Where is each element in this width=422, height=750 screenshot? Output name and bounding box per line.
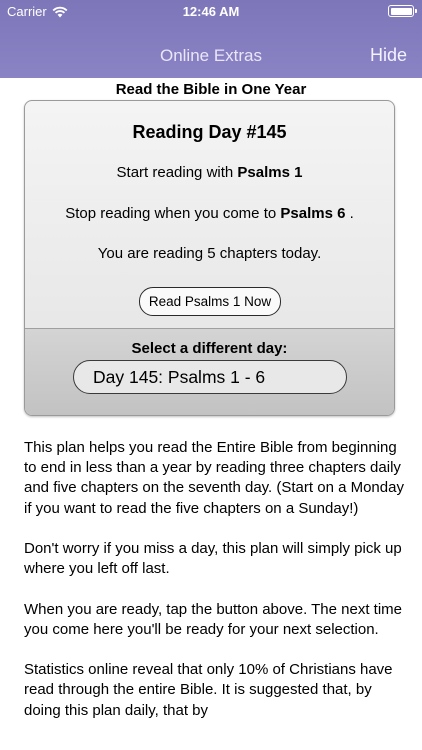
paragraph: Statistics online reveal that only 10% o… [24, 661, 393, 719]
paragraph: Don't worry if you miss a day, this plan… [24, 540, 402, 578]
select-day-label: Select a different day: [131, 340, 288, 357]
read-now-button[interactable]: Read Psalms 1 Now [139, 287, 281, 316]
stop-reading-suffix: . [345, 205, 354, 222]
start-reading-line: Start reading with Psalms 1 [25, 164, 394, 181]
stop-book: Psalms 6 [280, 205, 346, 222]
stop-reading-line: Stop reading when you come to Psalms 6 . [25, 205, 394, 222]
plan-description: This plan helps you read the Entire Bibl… [24, 438, 404, 741]
hide-button[interactable]: Hide [370, 45, 407, 66]
status-time: 12:46 AM [182, 4, 240, 19]
reading-info-panel: Reading Day #145 Start reading with Psal… [25, 101, 394, 328]
status-bar: Carrier 12:46 AM [0, 0, 422, 24]
start-reading-text: Start reading with [116, 164, 238, 181]
start-book: Psalms 1 [237, 164, 303, 181]
battery-icon [388, 5, 417, 17]
day-selector-panel: Select a different day: Day 145: Psalms … [25, 328, 394, 415]
navigation-bar: Carrier 12:46 AM Online Extras Hide [0, 0, 422, 78]
day-picker[interactable]: Day 145: Psalms 1 - 6 [73, 360, 347, 394]
chapters-count-text: You are reading 5 chapters today. [97, 245, 322, 262]
reading-card: Reading Day #145 Start reading with Psal… [24, 100, 395, 416]
paragraph: This plan helps you read the Entire Bibl… [24, 439, 404, 517]
reading-day-title: Reading Day #145 [132, 122, 287, 142]
stop-reading-text: Stop reading when you come to [65, 205, 281, 222]
page-title: Read the Bible in One Year [115, 81, 307, 98]
nav-title: Online Extras [159, 46, 263, 65]
paragraph: When you are ready, tap the button above… [24, 600, 403, 638]
